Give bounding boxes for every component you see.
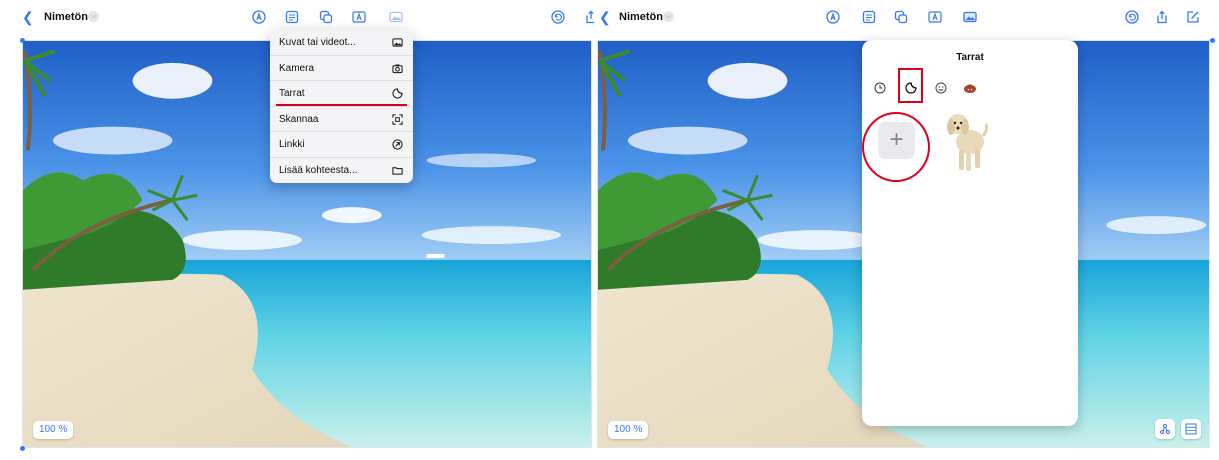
menu-item-link[interactable]: Linkki [270, 132, 413, 158]
compose-icon[interactable] [1186, 10, 1200, 24]
photo-icon [392, 37, 403, 48]
text-box-icon[interactable] [285, 10, 299, 24]
menu-item-label: Kamera [279, 62, 315, 74]
dog-sticker[interactable] [944, 110, 989, 175]
stickers-panel: Tarrat + [862, 40, 1078, 426]
menu-item-scan[interactable]: Skannaa [270, 107, 413, 132]
stickers-panel-title: Tarrat [956, 52, 984, 63]
shapes-icon[interactable] [319, 10, 333, 24]
insert-menu: Kuvat tai videot... Kamera Tarrat Skanna… [270, 30, 413, 183]
undo-icon[interactable] [1125, 10, 1139, 24]
left-screenshot: ❮ Nimetön ⌵ 100 % Kuvat tai videot... Ka… [0, 0, 597, 460]
text-box-icon[interactable] [862, 10, 876, 24]
menu-item-photos[interactable]: Kuvat tai videot... [270, 30, 413, 56]
text-icon[interactable] [352, 10, 366, 24]
pen-icon[interactable] [252, 10, 266, 24]
text-icon[interactable] [928, 10, 942, 24]
document-title[interactable]: Nimetön [619, 9, 663, 25]
grid-icon[interactable] [1181, 419, 1201, 439]
shapes-icon[interactable] [894, 10, 908, 24]
share-icon[interactable] [1155, 10, 1169, 24]
memoji-icon[interactable] [963, 82, 977, 94]
selection-handle[interactable] [1210, 38, 1215, 43]
top-bar: ❮ Nimetön ⌵ [0, 0, 597, 34]
annotation-box [898, 68, 923, 103]
menu-item-insert-from[interactable]: Lisää kohteesta... [270, 158, 413, 184]
scan-icon [392, 113, 403, 125]
pen-icon[interactable] [826, 10, 840, 24]
title-chevron-down-icon[interactable]: ⌵ [663, 11, 674, 22]
camera-icon [392, 63, 403, 74]
lasso-icon[interactable] [1155, 419, 1175, 439]
menu-item-label: Tarrat [279, 88, 305, 99]
share-icon[interactable] [584, 10, 594, 24]
sticker-icon [392, 88, 403, 99]
back-chevron-icon[interactable]: ❮ [22, 9, 34, 25]
folder-icon [392, 165, 403, 176]
title-chevron-down-icon[interactable]: ⌵ [88, 11, 99, 22]
menu-item-label: Kuvat tai videot... [279, 37, 356, 48]
link-icon [392, 139, 403, 150]
menu-item-label: Skannaa [279, 113, 319, 125]
right-screenshot: ❮ Nimetön ⌵ 100 % Tarrat + [597, 0, 1219, 460]
menu-item-label: Linkki [279, 139, 305, 150]
annotation-underline [276, 104, 407, 106]
back-chevron-icon[interactable]: ❮ [599, 9, 611, 25]
undo-icon[interactable] [551, 10, 565, 24]
menu-item-stickers[interactable]: Tarrat [270, 81, 413, 107]
emoji-icon[interactable] [935, 82, 947, 94]
selection-handle[interactable] [20, 446, 25, 451]
top-bar: ❮ Nimetön ⌵ [597, 0, 1219, 34]
recents-icon[interactable] [874, 82, 886, 94]
media-icon[interactable] [389, 10, 403, 24]
zoom-level[interactable]: 100 % [33, 421, 74, 439]
annotation-circle [862, 112, 930, 182]
document-title[interactable]: Nimetön [44, 9, 88, 25]
menu-item-camera[interactable]: Kamera [270, 56, 413, 81]
media-icon[interactable] [963, 10, 977, 24]
menu-item-label: Lisää kohteesta... [279, 164, 358, 176]
zoom-level[interactable]: 100 % [608, 421, 649, 439]
selection-handle[interactable] [20, 38, 25, 43]
